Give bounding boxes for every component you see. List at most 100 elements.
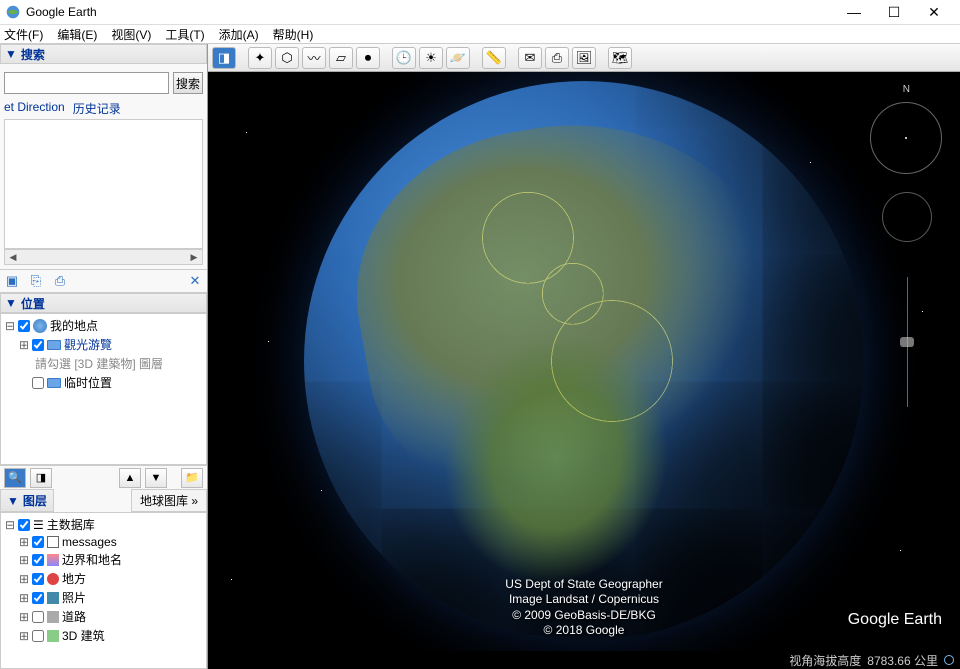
menu-file[interactable]: 文件(F)	[4, 26, 43, 43]
add-folder-button[interactable]: 📁	[181, 468, 203, 488]
add-folder-icon[interactable]: ▣	[4, 273, 20, 289]
zoom-handle[interactable]	[900, 337, 914, 347]
checkbox[interactable]	[32, 339, 44, 351]
layer-item[interactable]: ⊞ 地方	[3, 569, 204, 588]
placemark-button[interactable]: ✦	[248, 47, 272, 69]
minimize-button[interactable]: —	[834, 2, 874, 22]
checkbox[interactable]	[32, 554, 44, 566]
maximize-button[interactable]: ☐	[874, 2, 914, 22]
copy-icon[interactable]: ⎘	[28, 273, 44, 289]
eye-alt-label: 视角海拔高度	[789, 652, 861, 669]
expander-icon[interactable]: ⊟	[5, 518, 15, 532]
expander-icon[interactable]: ⊞	[19, 629, 29, 643]
move-up-button[interactable]: ▲	[119, 468, 141, 488]
menu-tools[interactable]: 工具(T)	[165, 26, 204, 43]
layers-tab[interactable]: ▼ 图层	[0, 489, 54, 512]
hide-sidebar-button[interactable]: ◨	[212, 47, 236, 69]
tree-my-places[interactable]: ⊟ 我的地点	[3, 316, 204, 335]
move-down-button[interactable]: ▼	[145, 468, 167, 488]
map-toolbar: ◨ ✦ ⬡ 〰 ▱ ⏺ 🕒 ☀ 🪐 📏 ✉ ⎙ 🖼 🗺	[208, 44, 960, 72]
toggle-panel-button[interactable]: ◨	[30, 468, 52, 488]
print-button[interactable]: ⎙	[545, 47, 569, 69]
tree-label: 我的地点	[50, 317, 98, 334]
road-icon	[47, 611, 59, 623]
checkbox[interactable]	[32, 611, 44, 623]
expander-icon[interactable]: ⊞	[19, 572, 29, 586]
zoom-slider[interactable]	[904, 267, 912, 417]
photo-icon	[47, 592, 59, 604]
compass-control[interactable]	[870, 102, 942, 174]
msg-icon	[47, 536, 59, 548]
sunlight-button[interactable]: ☀	[419, 47, 443, 69]
ruler-button[interactable]: 📏	[482, 47, 506, 69]
menu-help[interactable]: 帮助(H)	[273, 26, 314, 43]
view-in-maps-button[interactable]: 🗺	[608, 47, 632, 69]
collapse-icon: ▼	[7, 494, 19, 508]
email-button[interactable]: ✉	[518, 47, 542, 69]
polygon-button[interactable]: ⬡	[275, 47, 299, 69]
checkbox[interactable]	[32, 630, 44, 642]
globe-view[interactable]: N US Dept of State Geographer Image Land…	[208, 72, 960, 669]
get-directions-link[interactable]: et Direction	[4, 100, 65, 117]
window-title: Google Earth	[26, 5, 97, 19]
app-icon	[6, 5, 20, 19]
checkbox[interactable]	[32, 536, 44, 548]
checkbox[interactable]	[18, 320, 30, 332]
expander-icon[interactable]: ⊞	[19, 553, 29, 567]
clear-icon[interactable]: ✕	[187, 273, 203, 289]
layer-label: 道路	[62, 608, 86, 625]
google-earth-logo: Google Earth	[848, 611, 942, 629]
path-button[interactable]: 〰	[302, 47, 326, 69]
tree-primary-db[interactable]: ⊟ ☰ 主数据库	[3, 515, 204, 534]
checkbox[interactable]	[32, 573, 44, 585]
horizontal-scrollbar[interactable]: ◀ ▶	[4, 249, 203, 265]
image-overlay-button[interactable]: ▱	[329, 47, 353, 69]
checkbox[interactable]	[18, 519, 30, 531]
search-button[interactable]: 搜索	[173, 72, 203, 94]
layer-item[interactable]: ⊞ messages	[3, 534, 204, 550]
places-panel-header[interactable]: ▼ 位置	[0, 293, 207, 313]
collapse-icon: ▼	[5, 296, 17, 310]
search-places-button[interactable]: 🔍	[4, 468, 26, 488]
layers-panel-header: ▼ 图层 地球图库 »	[0, 489, 207, 512]
search-input[interactable]	[4, 72, 169, 94]
layer-item[interactable]: ⊞ 道路	[3, 607, 204, 626]
expander-icon[interactable]: ⊞	[19, 535, 29, 549]
checkbox[interactable]	[32, 592, 44, 604]
tree-temp-places[interactable]: 临时位置	[3, 373, 204, 392]
bldg-icon	[47, 630, 59, 642]
expander-icon[interactable]: ⊞	[19, 338, 29, 352]
save-image-button[interactable]: 🖼	[572, 47, 596, 69]
checkbox[interactable]	[32, 377, 44, 389]
compass-north-label: N	[903, 84, 910, 95]
search-panel-header[interactable]: ▼ 搜索	[0, 44, 207, 64]
database-icon: ☰	[33, 518, 44, 532]
layer-item[interactable]: ⊞ 照片	[3, 588, 204, 607]
places-header-label: 位置	[21, 295, 45, 312]
scroll-right-icon[interactable]: ▶	[186, 250, 202, 264]
planet-button[interactable]: 🪐	[446, 47, 470, 69]
expander-icon[interactable]: ⊟	[5, 319, 15, 333]
globe-icon	[33, 319, 47, 333]
close-button[interactable]: ✕	[914, 2, 954, 22]
status-bar: 视角海拔高度 8783.66 公里	[208, 651, 960, 669]
record-tour-button[interactable]: ⏺	[356, 47, 380, 69]
tree-sightseeing[interactable]: ⊞ 觀光游覽	[3, 335, 204, 354]
earth-globe[interactable]	[304, 81, 864, 641]
history-link[interactable]: 历史记录	[73, 100, 121, 117]
title-bar: Google Earth — ☐ ✕	[0, 0, 960, 25]
menu-view[interactable]: 视图(V)	[111, 26, 151, 43]
menu-edit[interactable]: 编辑(E)	[57, 26, 97, 43]
scroll-left-icon[interactable]: ◀	[5, 250, 21, 264]
country-borders	[304, 81, 864, 641]
history-button[interactable]: 🕒	[392, 47, 416, 69]
expander-icon[interactable]: ⊞	[19, 591, 29, 605]
print-icon[interactable]: ⎙	[52, 273, 68, 289]
menu-add[interactable]: 添加(A)	[219, 26, 259, 43]
layer-item[interactable]: ⊞ 边界和地名	[3, 550, 204, 569]
look-joystick[interactable]	[882, 192, 932, 242]
layer-item[interactable]: ⊞ 3D 建筑	[3, 626, 204, 645]
layer-label: 3D 建筑	[62, 627, 105, 644]
earth-gallery-tab[interactable]: 地球图库 »	[131, 489, 207, 512]
expander-icon[interactable]: ⊞	[19, 610, 29, 624]
